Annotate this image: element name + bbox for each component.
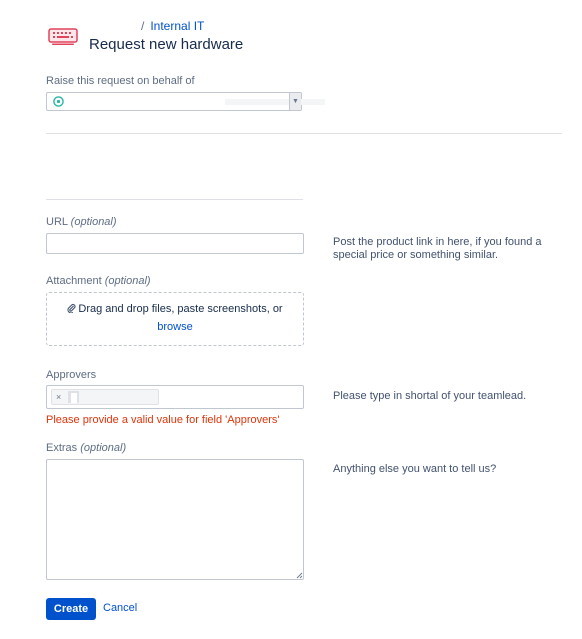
extras-help-text: Anything else you want to tell us? [333,463,497,475]
extras-label: Extras (optional) [46,442,126,454]
url-label-text: URL [46,216,68,228]
approvers-label: Approvers [46,369,97,381]
section-divider-short [46,199,303,200]
attachment-label-text: Attachment [46,275,102,287]
url-input[interactable] [46,233,304,254]
url-optional-text: (optional) [70,216,117,228]
remove-approver-icon[interactable]: × [56,391,61,403]
resize-grip-icon[interactable] [296,572,303,579]
url-label: URL (optional) [46,216,117,228]
extras-label-text: Extras [46,442,78,454]
cancel-button[interactable]: Cancel [103,602,137,614]
approver-avatar-highlight [71,393,77,403]
approvers-help-text: Please type in shortal of your teamlead. [333,390,527,402]
user-circle-icon [53,96,64,107]
url-help-text: Post the product link in here, if you fo… [333,236,542,261]
paperclip-icon [67,303,76,313]
extras-textarea[interactable] [46,459,304,580]
attachment-optional-text: (optional) [104,275,151,287]
chevron-down-icon[interactable]: ▼ [289,93,301,110]
attachment-dropzone[interactable]: Drag and drop files, paste screenshots, … [46,292,304,346]
keyboard-icon [48,28,78,45]
extras-optional-text: (optional) [80,442,127,454]
browse-link[interactable]: browse [157,321,192,333]
approvers-input[interactable]: × [46,385,304,409]
page-title: Request new hardware [89,36,244,53]
breadcrumb: / Internal IT [141,19,204,33]
breadcrumb-separator: / [141,19,145,33]
on-behalf-label: Raise this request on behalf of [46,75,195,87]
breadcrumb-internal-it-link[interactable]: Internal IT [150,19,204,33]
on-behalf-select[interactable]: ▼ [46,92,325,111]
dropzone-text: Drag and drop files, paste screenshots, … [78,303,283,315]
approver-chip: × [51,389,159,405]
redacted-value [225,99,325,105]
section-divider [46,133,562,134]
attachment-label: Attachment (optional) [46,275,151,287]
create-button[interactable]: Create [46,598,96,620]
approvers-error-message: Please provide a valid value for field '… [46,414,280,426]
